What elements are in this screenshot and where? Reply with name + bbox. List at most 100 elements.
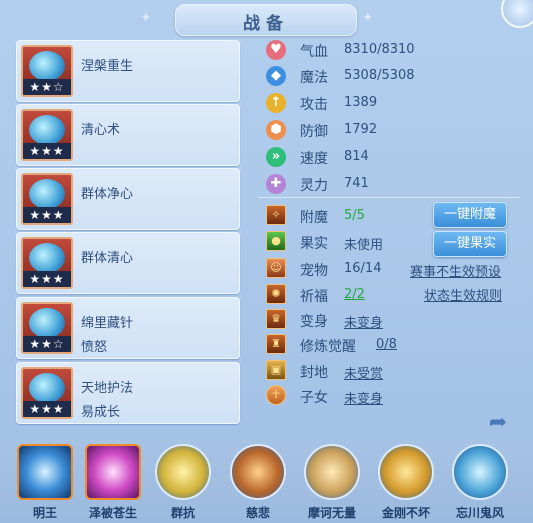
children-icon: ☥ [266,385,286,405]
skill-name: 群体净心 [81,187,134,202]
stat-label: 速度 [300,151,328,167]
stat-label: 气血 [300,44,328,60]
equip-value: 5/5 [344,208,365,223]
stat-label: 灵力 [300,178,328,194]
stat-label: 攻击 [300,97,328,113]
skill-card[interactable]: ★★★ 天地护法 易成长 [16,362,240,424]
passive-skill[interactable]: 慈悲 [228,444,288,521]
skill-trait: 愤怒 [81,340,108,355]
fief-row: ▣ 封地 未受赏 [258,359,528,383]
skill-name: 绵里藏针 [81,316,134,331]
passive-skill[interactable]: 忘川鬼风 [450,444,510,521]
skill-name: 群体清心 [81,251,134,266]
passive-skill[interactable]: 金刚不坏 [376,444,436,521]
equip-label: 子女 [300,390,328,406]
equip-label: 修炼觉醒 [300,339,356,355]
speed-icon: » [266,147,286,167]
equip-label: 祈福 [300,289,328,305]
equip-value[interactable]: 2/2 [344,287,365,302]
equip-label: 变身 [300,314,328,330]
passive-skill[interactable]: 摩诃无量 [302,444,362,521]
skill-icon: ★★★ [21,237,73,289]
stat-value: 741 [344,176,369,191]
stat-label: 魔法 [300,70,328,86]
passive-skill-label: 群抗 [170,506,195,520]
equip-value[interactable]: 未变身 [344,312,383,331]
stats-divider [258,197,520,198]
spirit-icon: ✚ [266,174,286,194]
passive-skill[interactable]: 群抗 [153,444,213,521]
heart-icon: ♥ [266,40,286,60]
title-banner: 战备 [175,4,357,36]
mana-icon: ◆ [266,66,286,86]
panel-title: 战备 [243,14,289,34]
children-row: ☥ 子女 未变身 [258,384,528,408]
skill-card[interactable]: ★★★ 群体清心 [16,232,240,294]
fief-icon: ▣ [266,360,286,380]
skill-name: 清心术 [81,123,121,138]
event-preset-link[interactable]: 赛事不生效预设 [410,261,501,280]
skill-icon: ★★☆ [21,302,73,354]
stat-row: ⬢ 防御 1792 [258,118,528,142]
passive-skill-bar: 明王 泽被苍生 群抗 慈悲 摩诃无量 金刚不坏 忘川鬼风 [0,438,533,523]
stat-row: ◆ 魔法 5308/5308 [258,64,528,88]
skill-card[interactable]: ★★★ 清心术 [16,104,240,166]
pet-icon: ☺ [266,258,286,278]
stat-row: ✚ 灵力 741 [258,172,528,196]
blessing-icon: ✺ [266,284,286,304]
passive-skill-label: 摩诃无量 [307,506,356,520]
stat-row: » 速度 814 [258,145,528,169]
stat-value: 1792 [344,122,378,137]
skill-card[interactable]: ★★★ 群体净心 [16,168,240,230]
skill-stars: ★★★ [23,271,71,287]
equip-value: 未使用 [344,238,384,253]
share-icon[interactable]: ➦ [484,411,512,435]
title-ornament-left: ✦ [140,10,152,26]
skill-stars: ★★★ [23,401,71,417]
fruit-icon: ● [266,231,286,251]
passive-skill-label: 泽被苍生 [88,506,137,520]
passive-skill-icon [230,444,286,500]
skill-icon: ★★★ [21,367,73,419]
skill-card[interactable]: ★★☆ 绵里藏针 愤怒 [16,297,240,359]
skill-trait: 易成长 [81,405,121,420]
skill-icon: ★★★ [21,109,73,161]
passive-skill[interactable]: 明王 [15,444,75,521]
fruit-all-button[interactable]: 一键果实 [433,231,507,257]
defense-icon: ⬢ [266,120,286,140]
transform-icon: ♛ [266,309,286,329]
skill-stars: ★★★ [23,143,71,159]
equip-label: 附魔 [300,210,328,226]
transform-row: ♛ 变身 未变身 [258,308,528,332]
passive-skill-icon [17,444,73,500]
equip-value[interactable]: 未变身 [344,388,383,407]
skill-name: 天地护法 [81,381,134,396]
enchant-all-button[interactable]: 一键附魔 [433,202,507,228]
attack-icon: ↑ [266,93,286,113]
skill-card[interactable]: ★★☆ 涅槃重生 [16,40,240,102]
passive-skill-label: 慈悲 [245,506,270,520]
status-rules-link[interactable]: 状态生效规则 [424,285,502,304]
passive-skill-icon [452,444,508,500]
passive-skill-icon [378,444,434,500]
stat-value: 814 [344,149,369,164]
passive-skill[interactable]: 泽被苍生 [83,444,143,521]
equip-label: 封地 [300,365,328,381]
title-ornament-right: ✦ [362,10,374,26]
skill-stars: ★★☆ [23,79,71,95]
passive-skill-label: 忘川鬼风 [455,506,504,520]
stat-value: 1389 [344,95,378,110]
skill-icon: ★★☆ [21,45,73,97]
close-button[interactable] [501,0,533,28]
awakening-icon: ♜ [266,334,286,354]
skill-stars: ★★★ [23,207,71,223]
stat-value: 5308/5308 [344,68,415,83]
awakening-row: ♜ 修炼觉醒 0/8 [258,333,528,357]
passive-skill-icon [155,444,211,500]
equip-value[interactable]: 未受赏 [344,363,383,382]
equip-value: 16/14 [344,261,382,276]
equip-value[interactable]: 0/8 [376,337,397,352]
equip-label: 果实 [300,236,328,252]
enchant-icon: ✧ [266,205,286,225]
stat-row: ♥ 气血 8310/8310 [258,38,528,62]
